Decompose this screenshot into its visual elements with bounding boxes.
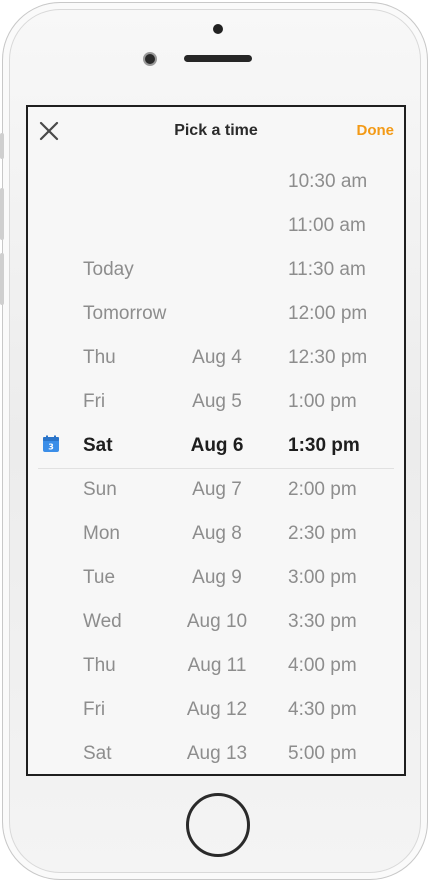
date-label: Aug 9 [192,567,242,588]
time-label: 11:30 am [288,259,366,280]
picker-row[interactable]: Fri Aug 12 4:30 pm [28,689,404,733]
proximity-sensor [213,24,223,34]
picker-row[interactable]: 10:30 am [28,161,404,205]
day-label: Fri [83,391,106,412]
time-label: 11:00 am [288,215,366,236]
time-label: 2:00 pm [288,479,357,500]
time-label: 1:30 pm [288,435,360,456]
picker-row[interactable]: Tomorrow 12:00 pm [28,293,404,337]
front-camera [143,52,157,66]
day-label: Sat [83,743,112,764]
day-label: Tomorrow [83,303,167,324]
time-picker-screen: Pick a time Done 10:30 am 11:00 am Today 11… [26,105,406,776]
time-label: 2:30 pm [288,523,357,544]
date-label: Aug 5 [192,391,242,412]
day-label: Thu [83,655,116,676]
day-label: Fri [83,699,106,720]
time-label: 1:00 pm [288,391,357,412]
earpiece-speaker [184,55,252,62]
nav-bar: Pick a time Done [28,107,404,155]
day-label: Mon [83,523,120,544]
picker-row[interactable]: 11:00 am [28,205,404,249]
day-label: Sun [83,479,117,500]
day-label: Thu [83,347,116,368]
date-label: Aug 6 [190,435,244,456]
time-label: 5:00 pm [288,743,357,764]
date-label: Aug 7 [192,479,242,500]
time-label: 12:00 pm [288,303,368,324]
day-label: Tue [83,567,116,588]
date-label: Aug 11 [187,655,247,676]
day-label: Today [83,259,134,280]
date-label: Aug 8 [192,523,242,544]
calendar-icon: 3 [42,435,60,453]
time-label: 10:30 am [288,171,368,192]
picker-row[interactable]: Sat Aug 13 5:00 pm [28,733,404,774]
picker-list[interactable]: 10:30 am 11:00 am Today 11:30 am Tomorrow 12:… [28,161,404,774]
picker-row[interactable]: Thu Aug 11 4:00 pm [28,645,404,689]
date-label: Aug 10 [186,611,248,632]
page-title: Pick a time [174,122,258,139]
day-label: Sat [83,435,113,456]
picker-row[interactable]: Tue Aug 9 3:00 pm [28,557,404,601]
time-label: 4:30 pm [288,699,357,720]
picker-row[interactable]: Today 11:30 am [28,249,404,293]
picker-row[interactable]: Mon Aug 8 2:30 pm [28,513,404,557]
picker-row[interactable]: Sun Aug 7 2:00 pm [28,469,404,513]
mute-switch [0,133,4,159]
picker-row[interactable]: Wed Aug 10 3:30 pm [28,601,404,645]
calendar-icon-number: 3 [48,443,54,452]
time-label: 3:00 pm [288,567,357,588]
picker-row[interactable]: Fri Aug 5 1:00 pm [28,381,404,425]
date-label: Aug 13 [186,743,248,764]
day-label: Wed [83,611,122,632]
volume-down-button [0,253,4,305]
volume-up-button [0,188,4,240]
date-label: Aug 4 [192,347,242,368]
done-button[interactable]: Done [357,122,395,139]
time-label: 4:00 pm [288,655,357,676]
time-label: 3:30 pm [288,611,357,632]
picker-row[interactable]: Thu Aug 4 12:30 pm [28,337,404,381]
home-button[interactable] [186,793,250,857]
time-label: 12:30 pm [288,347,368,368]
date-label: Aug 12 [186,699,248,720]
picker-row-selected[interactable]: 3 Sat Aug 6 1:30 pm [28,425,404,469]
